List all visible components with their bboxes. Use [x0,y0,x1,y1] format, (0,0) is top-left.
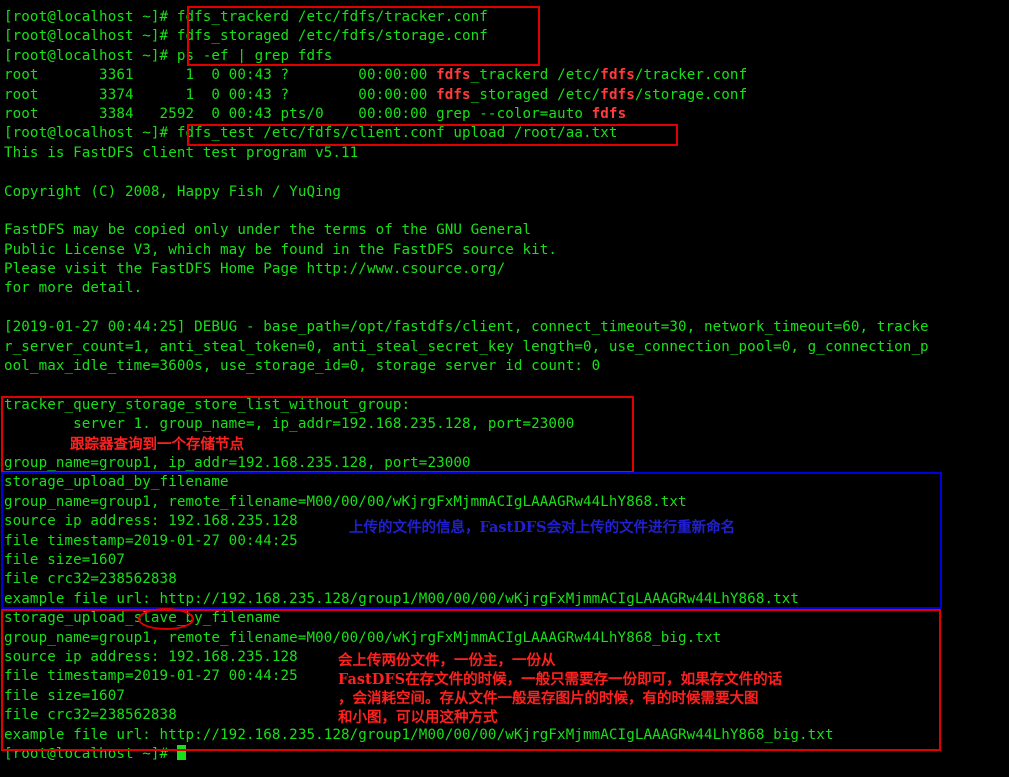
command-text: ps -ef | grep fdfs [176,48,333,64]
ps-columns: root 3384 2592 0 00:43 pts/0 00:00:00 gr… [4,106,592,122]
grep-match: fdfs [436,87,471,103]
output-line: Public License V3, which may be found in… [4,242,558,258]
grep-match: fdfs [591,106,627,122]
output-line: tracker_query_storage_store_list_without… [4,397,411,413]
upload-note: 上传的文件的信息，FastDFS会对上传的文件进行重新命名 [349,519,736,536]
command-text: fdfs_test /etc/fdfs/client.conf upload /… [176,125,618,141]
output-line: file crc32=238562838 [4,571,177,587]
output-line: example file url: http://192.168.235.128… [4,727,834,743]
shell-prompt: [root@localhost ~]# [4,746,177,762]
output-line: group_name=group1, remote_filename=M00/0… [4,630,722,646]
command-text: fdfs_storaged /etc/fdfs/storage.conf [176,28,488,44]
slave-note-line: FastDFS在存文件的时候，一般只需要存一份即可，如果存文件的话 [338,671,783,688]
output-line: server 1. group_name=, ip_addr=192.168.2… [4,416,575,432]
output-line: Copyright (C) 2008, Happy Fish / YuQing [4,184,342,200]
shell-prompt: [root@localhost ~]# [4,28,177,44]
debug-line: r_server_count=1, anti_steal_token=0, an… [4,339,929,355]
ps-command: /storage.conf [634,87,748,103]
output-line: file timestamp=2019-01-27 00:44:25 [4,533,298,549]
output-line: storage_upload_by_filename [4,474,229,490]
shell-prompt: [root@localhost ~]# [4,48,177,64]
output-line: file size=1607 [4,688,125,704]
command-line: [root@localhost ~]# fdfs_storaged /etc/f… [4,27,488,46]
ps-output-line: root 3374 1 0 00:43 ? 00:00:00 fdfs_stor… [4,86,747,105]
output-line: file crc32=238562838 [4,707,177,723]
slave-note-line: 和小图，可以用这种方式 [338,709,498,726]
output-line: for more detail. [4,280,143,296]
command-line: [root@localhost ~]# fdfs_trackerd /etc/f… [4,8,488,27]
output-line: Please visit the FastDFS Home Page http:… [4,261,506,277]
ps-columns: root 3361 1 0 00:43 ? 00:00:00 [4,67,437,83]
shell-prompt: [root@localhost ~]# [4,9,177,25]
grep-match: fdfs [600,87,635,103]
output-line: FastDFS may be copied only under the ter… [4,222,532,238]
tracker-note: 跟踪器查询到一个存储节点 [70,436,244,453]
grep-match: fdfs [436,67,471,83]
text-cursor [176,745,186,760]
debug-line: [2019-01-27 00:44:25] DEBUG - base_path=… [4,319,929,335]
output-line: This is FastDFS client test program v5.1… [4,145,359,161]
terminal-window[interactable]: [root@localhost ~]# fdfs_trackerd /etc/f… [0,0,1009,777]
command-line: [root@localhost ~]# ps -ef | grep fdfs [4,47,332,66]
ps-output-line: root 3384 2592 0 00:43 pts/0 00:00:00 gr… [4,105,626,124]
output-line: source ip address: 192.168.235.128 [4,649,298,665]
ps-command: _trackerd /etc/ [470,67,601,83]
shell-prompt: [root@localhost ~]# [4,125,177,141]
slave-note-line: ，会消耗空间。存从文件一般是存图片的时候，有的时候需要大图 [338,690,759,707]
slave-highlight-oval [138,608,194,630]
ps-command: /tracker.conf [634,67,748,83]
output-line: group_name=group1, remote_filename=M00/0… [4,494,687,510]
output-line: source ip address: 192.168.235.128 [4,513,298,529]
output-line: group_name=group1, ip_addr=192.168.235.1… [4,455,471,471]
command-line[interactable]: [root@localhost ~]# [4,745,186,764]
grep-match: fdfs [600,67,635,83]
output-line: file size=1607 [4,552,125,568]
ps-command: _storaged /etc/ [470,87,601,103]
command-text: fdfs_trackerd /etc/fdfs/tracker.conf [176,9,488,25]
ps-output-line: root 3361 1 0 00:43 ? 00:00:00 fdfs_trac… [4,66,747,85]
slave-note-line: 会上传两份文件，一份主，一份从 [338,652,556,669]
output-line: example file url: http://192.168.235.128… [4,591,800,607]
output-line: file timestamp=2019-01-27 00:44:25 [4,668,298,684]
command-line: [root@localhost ~]# fdfs_test /etc/fdfs/… [4,124,618,143]
debug-line: ool_max_idle_time=3600s, use_storage_id=… [4,358,601,374]
ps-columns: root 3374 1 0 00:43 ? 00:00:00 [4,87,437,103]
